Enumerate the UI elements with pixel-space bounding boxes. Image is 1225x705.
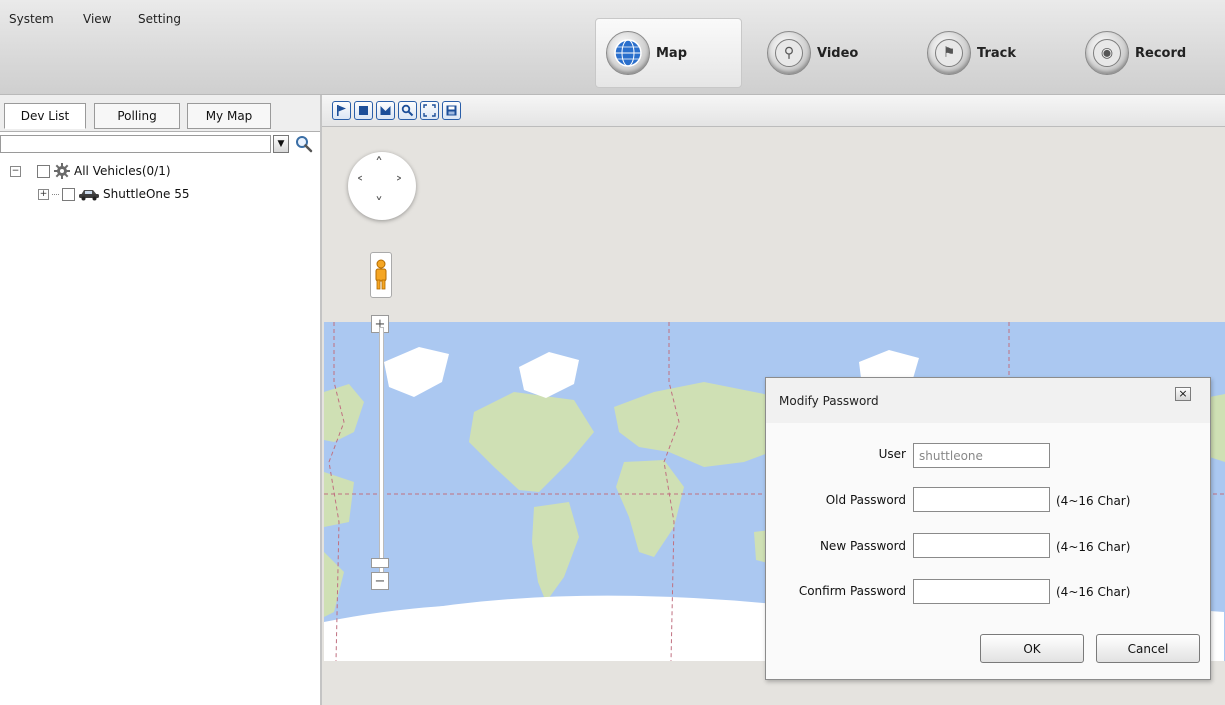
device-panel: Dev List Polling My Map ▼ − All Vehicles…	[0, 95, 322, 705]
new-password-hint: (4~16 Char)	[1056, 540, 1131, 554]
nav-record-label: Record	[1135, 45, 1187, 61]
device-search-row: ▼	[0, 133, 320, 155]
zoom-out-button[interactable]: −	[371, 572, 389, 590]
tab-polling[interactable]: Polling	[94, 103, 180, 129]
user-field	[913, 443, 1050, 468]
ok-button[interactable]: OK	[980, 634, 1084, 663]
tree-root-label: All Vehicles(0/1)	[74, 164, 171, 178]
menu-system[interactable]: System	[9, 12, 54, 26]
search-icon[interactable]	[293, 134, 315, 154]
app-header: System View Setting Map ⚲ Video ⚑ Track …	[0, 0, 1225, 95]
new-password-field[interactable]	[913, 533, 1050, 558]
tab-my-map[interactable]: My Map	[187, 103, 271, 129]
record-icon: ◉	[1085, 31, 1129, 75]
gear-icon	[53, 162, 71, 180]
dialog-title: Modify Password	[779, 394, 879, 408]
expand-icon[interactable]: +	[38, 188, 49, 200]
nav-track-label: Track	[977, 45, 1016, 61]
zoom-slider-track[interactable]	[379, 327, 384, 587]
collapse-icon[interactable]: −	[10, 165, 21, 177]
confirm-password-label: Confirm Password	[798, 584, 906, 598]
nav-map-button[interactable]: Map	[595, 18, 742, 88]
new-password-label: New Password	[819, 539, 906, 553]
old-password-field[interactable]	[913, 487, 1050, 512]
pan-down-icon[interactable]: ˅	[375, 194, 383, 213]
pan-right-icon[interactable]: ˃	[395, 174, 403, 193]
car-icon	[78, 187, 100, 201]
polygon-icon[interactable]	[376, 101, 395, 120]
all-vehicles-checkbox[interactable]	[37, 164, 50, 178]
old-password-label: Old Password	[825, 493, 906, 507]
magnify-icon[interactable]	[398, 101, 417, 120]
vehicle-checkbox[interactable]	[62, 187, 75, 201]
fit-view-icon[interactable]	[420, 101, 439, 120]
confirm-password-hint: (4~16 Char)	[1056, 585, 1131, 599]
track-icon: ⚑	[927, 31, 971, 75]
camera-icon: ⚲	[767, 31, 811, 75]
map-toolbar	[322, 95, 1225, 127]
save-icon[interactable]	[442, 101, 461, 120]
modify-password-dialog: Modify Password × User Old Password (4~1…	[765, 377, 1211, 680]
pan-control[interactable]: ˄ ˅ ˂ ˃	[348, 152, 416, 220]
pan-up-icon[interactable]: ˄	[375, 154, 383, 173]
street-view-pegman-icon[interactable]	[370, 252, 392, 298]
confirm-password-field[interactable]	[913, 579, 1050, 604]
pan-left-icon[interactable]: ˂	[356, 174, 364, 193]
device-search-input[interactable]	[0, 135, 271, 153]
tree-node-vehicle[interactable]: + ShuttleOne 55	[38, 185, 189, 203]
user-label: User	[878, 447, 906, 461]
dropdown-arrow-icon[interactable]: ▼	[273, 135, 289, 153]
nav-map-label: Map	[656, 45, 688, 61]
globe-icon	[606, 31, 650, 75]
nav-track-button[interactable]: ⚑ Track	[917, 18, 1047, 88]
panel-tab-bar: Dev List Polling My Map	[0, 95, 320, 132]
nav-record-button[interactable]: ◉ Record	[1075, 18, 1215, 88]
cancel-button[interactable]: Cancel	[1096, 634, 1200, 663]
stop-icon[interactable]	[354, 101, 373, 120]
old-password-hint: (4~16 Char)	[1056, 494, 1131, 508]
close-icon[interactable]: ×	[1175, 387, 1191, 401]
vehicle-label: ShuttleOne 55	[103, 187, 190, 201]
flag-icon[interactable]	[332, 101, 351, 120]
menu-view[interactable]: View	[83, 12, 111, 26]
menu-setting[interactable]: Setting	[138, 12, 181, 26]
dialog-titlebar[interactable]: Modify Password ×	[766, 378, 1210, 423]
tree-node-all-vehicles[interactable]: − All Vehicles(0/1)	[10, 162, 171, 180]
nav-video-label: Video	[817, 45, 859, 61]
zoom-slider-handle[interactable]	[371, 558, 389, 568]
tab-dev-list[interactable]: Dev List	[4, 103, 86, 129]
nav-video-button[interactable]: ⚲ Video	[757, 18, 887, 88]
